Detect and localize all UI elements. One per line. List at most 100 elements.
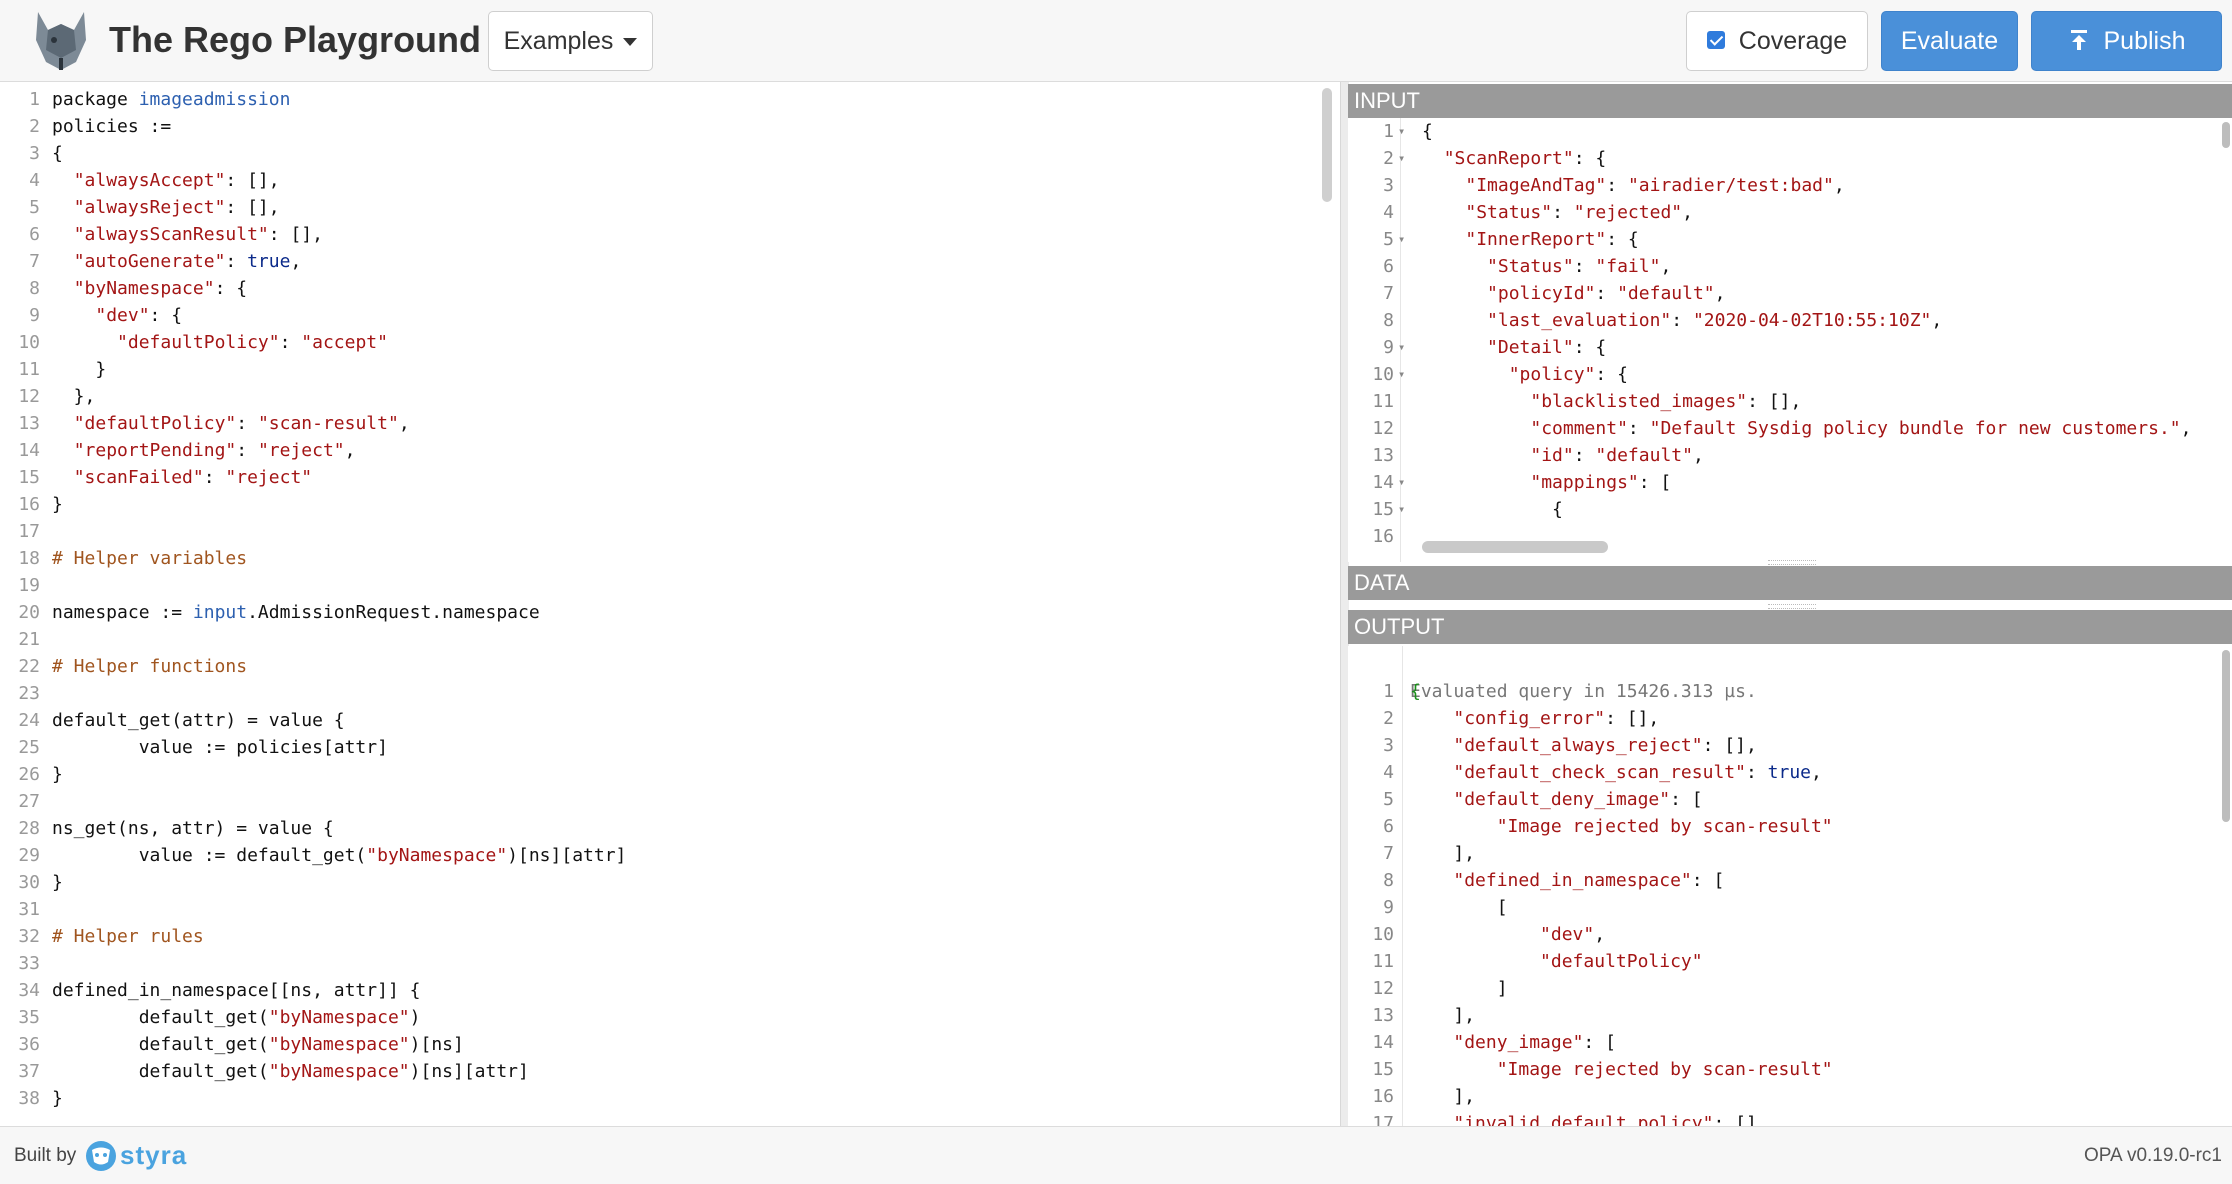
code-line[interactable]: 19 bbox=[0, 572, 1316, 599]
line-number: 28 bbox=[18, 818, 40, 839]
code-line[interactable]: 8 "byNamespace": { bbox=[0, 275, 1316, 302]
line-number: 34 bbox=[18, 980, 40, 1001]
code-line[interactable]: 36 default_get("byNamespace")[ns] bbox=[0, 1031, 1316, 1058]
code-line[interactable]: 11 } bbox=[0, 356, 1316, 383]
code-line[interactable]: 29 value := default_get("byNamespace")[n… bbox=[0, 842, 1316, 869]
output-text: "defined_in_namespace": [ bbox=[1453, 870, 1725, 891]
input-line[interactable]: 10 ▾ "policy": { bbox=[1348, 361, 2232, 388]
code-line[interactable]: 14 "reportPending": "reject", bbox=[0, 437, 1316, 464]
code-line[interactable]: 10 "defaultPolicy": "accept" bbox=[0, 329, 1316, 356]
input-horizontal-scrollbar[interactable] bbox=[1422, 541, 1608, 553]
input-line[interactable]: 6 "Status": "fail", bbox=[1348, 253, 2232, 280]
data-panel-label: DATA bbox=[1354, 570, 1410, 595]
line-number: 15 bbox=[18, 467, 40, 488]
coverage-toggle[interactable]: Coverage bbox=[1686, 11, 1868, 71]
code-line[interactable]: 31 bbox=[0, 896, 1316, 923]
code-line[interactable]: 7 "autoGenerate": true, bbox=[0, 248, 1316, 275]
input-line[interactable]: 12 "comment": "Default Sysdig policy bun… bbox=[1348, 415, 2232, 442]
code-line[interactable]: 27 bbox=[0, 788, 1316, 815]
line-number: 21 bbox=[18, 629, 40, 650]
fold-toggle-icon[interactable]: ▾ bbox=[1398, 145, 1405, 172]
evaluate-button[interactable]: Evaluate bbox=[1881, 11, 2018, 71]
resize-grip[interactable] bbox=[1768, 560, 1816, 565]
code-line[interactable]: 21 bbox=[0, 626, 1316, 653]
fold-toggle-icon[interactable]: ▾ bbox=[1398, 334, 1405, 361]
input-line[interactable]: 14 ▾ "mappings": [ bbox=[1348, 469, 2232, 496]
code-text: # Helper rules bbox=[52, 926, 204, 947]
code-line[interactable]: 1 package imageadmission bbox=[0, 86, 1316, 113]
line-number: 16 bbox=[18, 494, 40, 515]
code-line[interactable]: 17 bbox=[0, 518, 1316, 545]
code-line[interactable]: 33 bbox=[0, 950, 1316, 977]
code-line[interactable]: 34 defined_in_namespace[[ns, attr]] { bbox=[0, 977, 1316, 1004]
code-text: "defaultPolicy": "scan-result", bbox=[73, 413, 410, 434]
data-panel-header[interactable]: DATA bbox=[1348, 566, 2232, 600]
input-line[interactable]: 7 "policyId": "default", bbox=[1348, 280, 2232, 307]
code-line[interactable]: 32 # Helper rules bbox=[0, 923, 1316, 950]
input-line[interactable]: 1 ▾ { bbox=[1348, 118, 2232, 145]
fold-toggle-icon[interactable]: ▾ bbox=[1398, 496, 1405, 523]
code-line[interactable]: 13 "defaultPolicy": "scan-result", bbox=[0, 410, 1316, 437]
styra-brand[interactable]: styra bbox=[120, 1139, 187, 1171]
fold-toggle-icon[interactable]: ▾ bbox=[1398, 226, 1405, 253]
styra-logo-icon[interactable] bbox=[84, 1139, 118, 1173]
input-editor[interactable]: 1 ▾{2 ▾ "ScanReport": {3 "ImageAndTag": "a… bbox=[1348, 118, 2232, 562]
input-line[interactable]: 3 "ImageAndTag": "airadier/test:bad", bbox=[1348, 172, 2232, 199]
code-line[interactable]: 2 policies := bbox=[0, 113, 1316, 140]
code-line[interactable]: 15 "scanFailed": "reject" bbox=[0, 464, 1316, 491]
code-text: ns_get(ns, attr) = value { bbox=[52, 818, 334, 839]
resize-grip[interactable] bbox=[1768, 604, 1816, 609]
code-line[interactable]: 12 }, bbox=[0, 383, 1316, 410]
code-line[interactable]: 18 # Helper variables bbox=[0, 545, 1316, 572]
code-text: "reportPending": "reject", bbox=[73, 440, 356, 461]
input-line[interactable]: 11 "blacklisted_images": [], bbox=[1348, 388, 2232, 415]
input-line[interactable]: 15 ▾ { bbox=[1348, 496, 2232, 523]
fold-toggle-icon[interactable]: ▾ bbox=[1398, 118, 1405, 145]
coverage-checkbox[interactable] bbox=[1706, 31, 1725, 50]
line-number: 12 bbox=[1372, 978, 1394, 999]
code-line[interactable]: 38} bbox=[0, 1085, 1316, 1112]
line-number: 29 bbox=[18, 845, 40, 866]
code-line[interactable]: 37 default_get("byNamespace")[ns][attr] bbox=[0, 1058, 1316, 1085]
code-line[interactable]: 5 "alwaysReject": [], bbox=[0, 194, 1316, 221]
code-line[interactable]: 3{ bbox=[0, 140, 1316, 167]
output-text: "config_error": [], bbox=[1453, 708, 1660, 729]
input-line[interactable]: 8 "last_evaluation": "2020-04-02T10:55:1… bbox=[1348, 307, 2232, 334]
input-vertical-scrollbar[interactable] bbox=[2222, 122, 2230, 148]
output-line: 15 "Image rejected by scan-result" bbox=[1348, 1056, 2232, 1083]
input-line[interactable]: 4 "Status": "rejected", bbox=[1348, 199, 2232, 226]
input-line[interactable]: 13 "id": "default", bbox=[1348, 442, 2232, 469]
publish-button[interactable]: Publish bbox=[2031, 11, 2222, 71]
editor-scrollbar[interactable] bbox=[1322, 88, 1332, 202]
code-text: default_get("byNamespace")[ns] bbox=[52, 1034, 464, 1055]
code-line[interactable]: 22 # Helper functions bbox=[0, 653, 1316, 680]
code-line[interactable]: 26} bbox=[0, 761, 1316, 788]
output-line: 8 "defined_in_namespace": [ bbox=[1348, 867, 2232, 894]
fold-toggle-icon[interactable]: ▾ bbox=[1398, 361, 1405, 388]
code-text: value := default_get("byNamespace")[ns][… bbox=[52, 845, 627, 866]
code-line[interactable]: 20 namespace := input.AdmissionRequest.na… bbox=[0, 599, 1316, 626]
input-line[interactable]: 9 ▾ "Detail": { bbox=[1348, 334, 2232, 361]
code-line[interactable]: 35 default_get("byNamespace") bbox=[0, 1004, 1316, 1031]
input-line[interactable]: 2 ▾ "ScanReport": { bbox=[1348, 145, 2232, 172]
fold-toggle-icon[interactable]: ▾ bbox=[1398, 469, 1405, 496]
input-text: { bbox=[1422, 121, 1433, 142]
code-line[interactable]: 6 "alwaysScanResult": [], bbox=[0, 221, 1316, 248]
code-line[interactable]: 30} bbox=[0, 869, 1316, 896]
output-line: 12 ] bbox=[1348, 975, 2232, 1002]
output-text: ], bbox=[1410, 1005, 1476, 1026]
output-panel-label: OUTPUT bbox=[1354, 614, 1445, 639]
code-line[interactable]: 24 default_get(attr) = value { bbox=[0, 707, 1316, 734]
code-line[interactable]: 16} bbox=[0, 491, 1316, 518]
policy-editor[interactable]: 1 package imageadmission 2 policies := 3{4 "… bbox=[0, 82, 1316, 1126]
code-line[interactable]: 4 "alwaysAccept": [], bbox=[0, 167, 1316, 194]
code-line[interactable]: 23 bbox=[0, 680, 1316, 707]
examples-dropdown-button[interactable]: Examples bbox=[488, 11, 653, 71]
line-number: 12 bbox=[1372, 418, 1394, 439]
input-line[interactable]: 5 ▾ "InnerReport": { bbox=[1348, 226, 2232, 253]
output-vertical-scrollbar[interactable] bbox=[2222, 650, 2230, 822]
code-line[interactable]: 25 value := policies[attr] bbox=[0, 734, 1316, 761]
line-number: 11 bbox=[1372, 391, 1394, 412]
code-line[interactable]: 9 "dev": { bbox=[0, 302, 1316, 329]
code-line[interactable]: 28 ns_get(ns, attr) = value { bbox=[0, 815, 1316, 842]
